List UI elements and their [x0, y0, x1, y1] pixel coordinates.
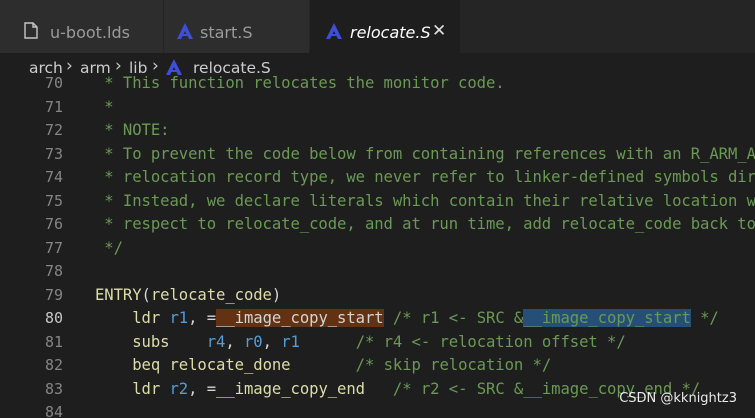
code-line: 76 * respect to relocate_code, and at ru… — [0, 212, 755, 236]
code-text: subs r4, r0, r1 /* r4 <- relocation offs… — [132, 332, 626, 351]
code-text: ENTRY(relocate_code) — [95, 285, 282, 304]
chevron-right-icon: › — [115, 56, 122, 76]
code-line: 73 * To prevent the code below from cont… — [0, 142, 755, 166]
code-line-current: 80 ldr r1, =__image_copy_start /* r1 <- … — [0, 306, 755, 330]
code-text: beq relocate_done /* skip relocation */ — [132, 356, 552, 374]
asm-icon — [176, 22, 194, 44]
tab-u-boot-lds[interactable]: u-boot.lds — [0, 0, 163, 53]
line-number: 81 — [44, 332, 63, 351]
line-number: 70 — [44, 75, 63, 92]
line-number: 79 — [44, 285, 63, 304]
code-text: * — [95, 97, 114, 116]
code-text: */ — [95, 238, 123, 257]
line-number: 84 — [44, 403, 63, 418]
line-number: 72 — [44, 121, 63, 139]
code-line: 72 * NOTE: — [0, 118, 755, 142]
code-text: ldr r2, =__image_copy_end /* r2 <- SRC &… — [132, 379, 701, 398]
line-number: 75 — [44, 191, 63, 210]
code-text: * relocation record type, we never refer… — [95, 168, 755, 186]
tab-start-s[interactable]: start.S — [164, 0, 309, 53]
line-number: 73 — [44, 144, 63, 163]
close-icon[interactable]: ✕ — [432, 21, 446, 41]
code-text: ldr r1, =__image_copy_start /* r1 <- SRC… — [132, 309, 719, 327]
line-number: 82 — [44, 356, 63, 374]
code-text: * respect to relocate_code, and at run t… — [95, 215, 755, 233]
code-line: 79 ENTRY(relocate_code) — [0, 283, 755, 307]
code-line: 78 — [0, 259, 755, 283]
tab-label: u-boot.lds — [50, 23, 130, 42]
code-line: 70 * This function relocates the monitor… — [0, 75, 755, 95]
code-line: 81 subs r4, r0, r1 /* r4 <- relocation o… — [0, 330, 755, 354]
code-text: * To prevent the code below from contain… — [95, 144, 755, 163]
line-number: 74 — [44, 168, 63, 186]
tab-bar: u-boot.lds start.S relocate.S ✕ — [0, 0, 755, 53]
tab-label: start.S — [200, 23, 253, 42]
chevron-right-icon: › — [66, 56, 73, 76]
chevron-right-icon: › — [152, 56, 159, 76]
asm-icon — [325, 22, 343, 44]
line-number: 77 — [44, 238, 63, 257]
code-line: 82 beq relocate_done /* skip relocation … — [0, 353, 755, 377]
code-text: * This function relocates the monitor co… — [95, 75, 505, 92]
line-number: 71 — [44, 97, 63, 116]
line-number: 78 — [44, 262, 63, 280]
tab-relocate-s[interactable]: relocate.S ✕ — [310, 0, 460, 53]
code-line: 71 * — [0, 95, 755, 119]
tab-label: relocate.S — [350, 23, 431, 42]
code-line: 77 */ — [0, 236, 755, 260]
line-number: 80 — [44, 309, 63, 327]
code-text: * Instead, we declare literals which con… — [95, 191, 755, 210]
watermark: CSDN @kknightz3 — [619, 391, 737, 406]
line-number: 76 — [44, 215, 63, 233]
code-text: * NOTE: — [95, 121, 170, 139]
code-line: 75 * Instead, we declare literals which … — [0, 189, 755, 213]
line-number: 83 — [44, 379, 63, 398]
file-icon — [24, 22, 38, 43]
code-line: 74 * relocation record type, we never re… — [0, 165, 755, 189]
code-editor[interactable]: 70 * This function relocates the monitor… — [0, 75, 755, 418]
